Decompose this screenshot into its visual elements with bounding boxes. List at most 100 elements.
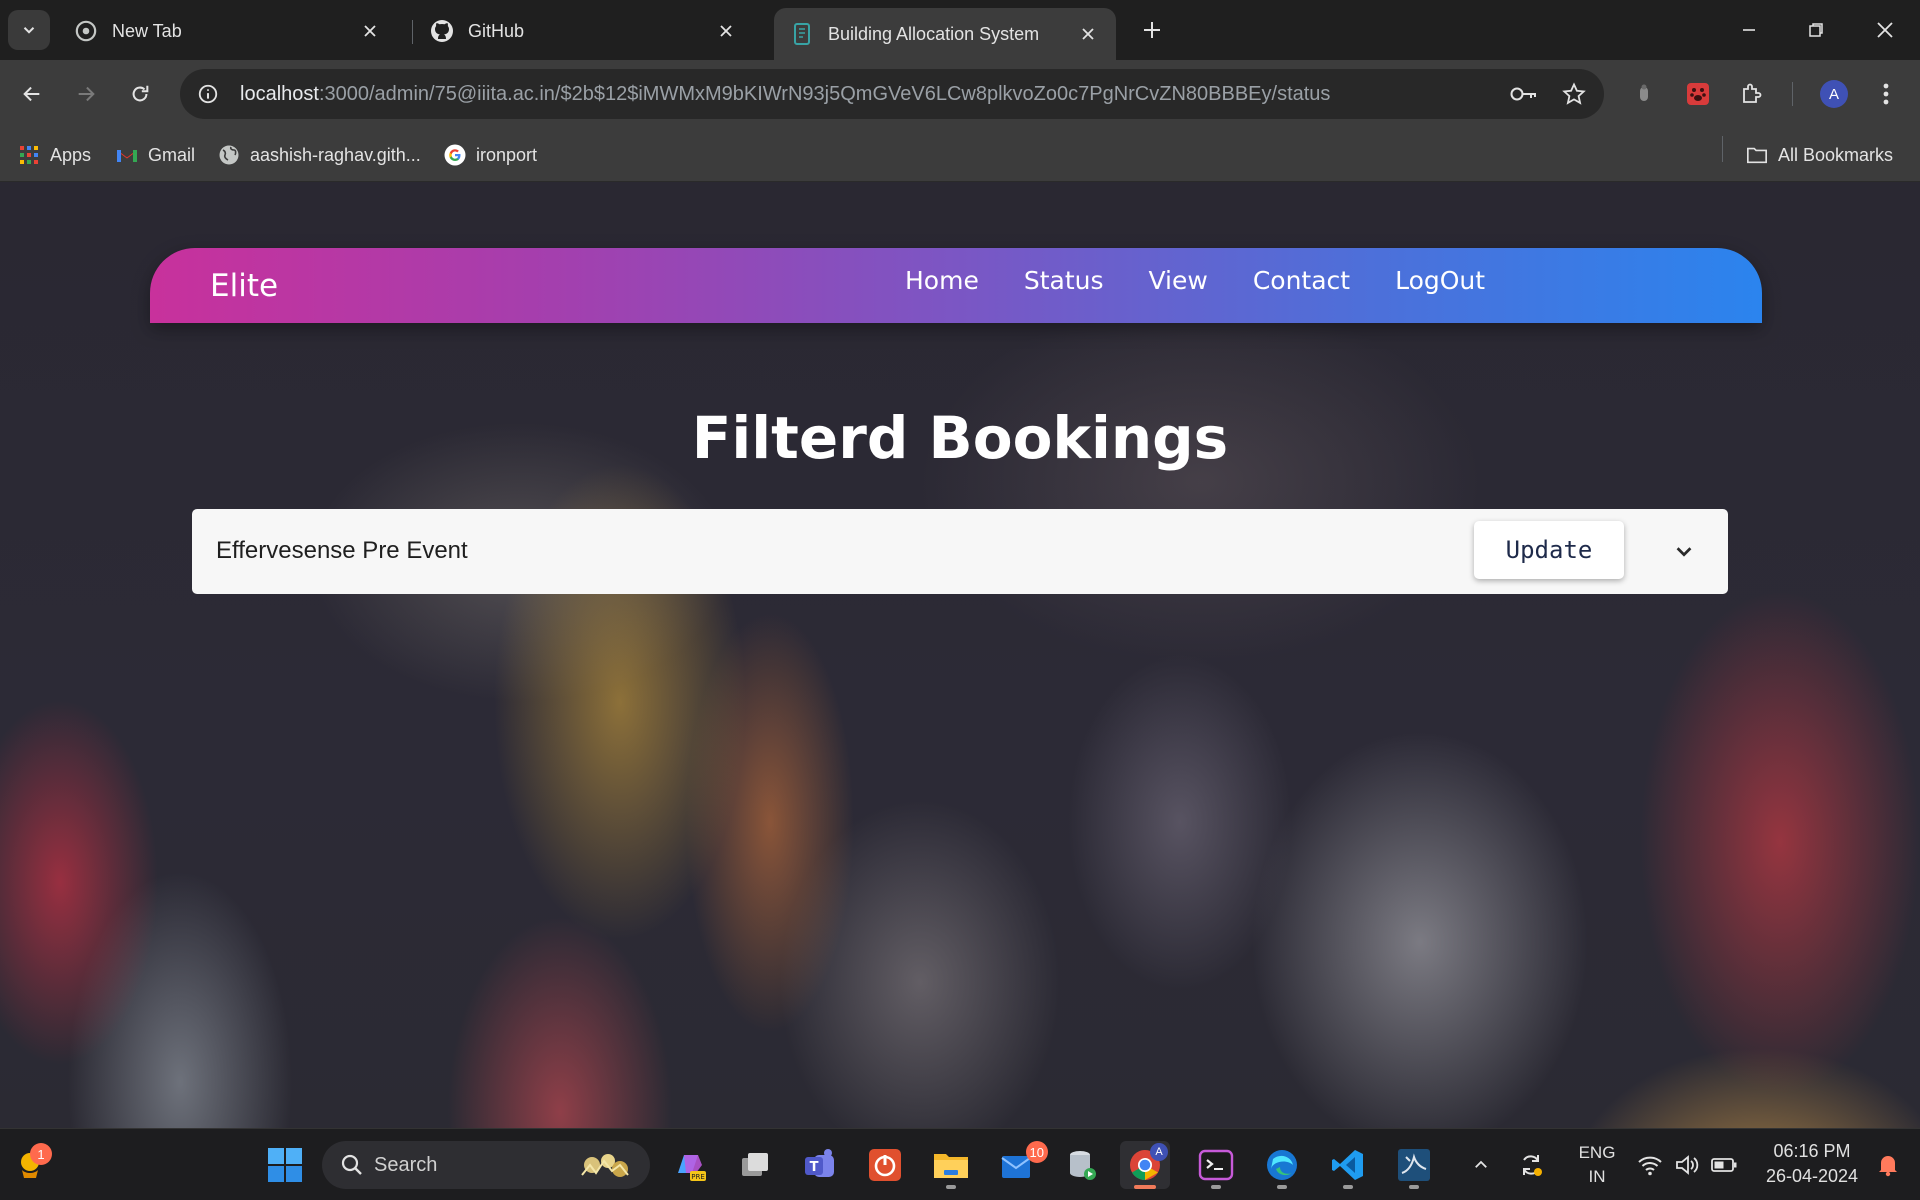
close-icon[interactable] [358, 19, 382, 43]
minimize-button[interactable] [1724, 10, 1774, 50]
teams-icon: T [805, 1149, 834, 1177]
tab-new-tab[interactable]: New Tab [58, 8, 398, 54]
vscode-icon [1332, 1150, 1363, 1180]
tab-building-allocation[interactable]: Building Allocation System [774, 8, 1116, 60]
teams-button[interactable]: T [795, 1141, 845, 1189]
bookmark-ironport[interactable]: ironport [444, 140, 537, 170]
profile-button[interactable]: A [1814, 74, 1854, 114]
site-navbar: Elite Home Status View Contact LogOut [150, 248, 1762, 323]
battery-icon [1711, 1158, 1737, 1172]
expand-button[interactable] [1666, 533, 1702, 569]
url-host: localhost [240, 82, 319, 105]
folder-icon [934, 1154, 968, 1178]
nav-link-view[interactable]: View [1149, 266, 1208, 295]
arrow-right-icon [78, 86, 95, 102]
avatar-initial: A [1828, 85, 1839, 103]
nav-link-contact[interactable]: Contact [1253, 266, 1350, 295]
key-icon[interactable] [1504, 74, 1544, 114]
address-bar[interactable]: localhost:3000/admin/75@iiita.ac.in/$2b$… [180, 69, 1604, 119]
bookmark-label: Apps [50, 144, 92, 165]
kebab-menu-icon [1883, 83, 1889, 105]
volume-button[interactable] [1670, 1141, 1706, 1189]
apps-grid-icon [18, 144, 40, 166]
site-brand[interactable]: Elite [210, 268, 278, 304]
running-indicator [946, 1185, 956, 1189]
github-icon [430, 19, 454, 43]
extension-icon [1640, 84, 1648, 101]
bookmark-gmail[interactable]: Gmail [116, 140, 195, 170]
browser-toolbar: localhost:3000/admin/75@iiita.ac.in/$2b$… [0, 60, 1920, 128]
chrome-taskbar-button[interactable]: A [1120, 1141, 1170, 1189]
close-icon [1877, 22, 1893, 38]
back-button[interactable] [12, 74, 52, 114]
copilot-button[interactable]: PRE [665, 1141, 715, 1189]
battery-button[interactable] [1706, 1141, 1742, 1189]
paw-extension-icon [1687, 83, 1709, 105]
chevron-down-icon [23, 27, 35, 34]
extensions-button[interactable] [1732, 74, 1772, 114]
bell-icon [1879, 1156, 1897, 1177]
chevron-up-icon [1475, 1160, 1487, 1168]
widgets-button[interactable]: 1 [6, 1141, 56, 1189]
new-tab-button[interactable] [1136, 14, 1168, 46]
nav-link-home[interactable]: Home [905, 266, 979, 295]
booking-event-name: Effervesense Pre Event [216, 537, 468, 564]
notifications-button[interactable] [1870, 1141, 1906, 1189]
terminal-button[interactable] [1191, 1141, 1241, 1189]
star-icon[interactable] [1554, 74, 1594, 114]
all-bookmarks-button[interactable]: All Bookmarks [1746, 140, 1893, 170]
browser-tab-bar: New Tab GitHub Building Allocation Syste… [0, 0, 1920, 60]
running-indicator [1211, 1185, 1221, 1189]
windows-taskbar: 1 Search PRE T 10 A ENG IN 06:16 PM 26-0… [0, 1128, 1920, 1200]
bookmark-aashish-raghav[interactable]: aashish-raghav.gith... [218, 140, 421, 170]
close-icon[interactable] [714, 19, 738, 43]
close-window-button[interactable] [1860, 10, 1910, 50]
tab-title: New Tab [112, 20, 182, 41]
db-app-button[interactable] [1057, 1141, 1107, 1189]
nav-link-logout[interactable]: LogOut [1395, 266, 1485, 295]
close-icon[interactable] [1076, 22, 1100, 46]
google-icon [444, 144, 466, 166]
start-button[interactable] [260, 1141, 310, 1189]
url-text[interactable]: localhost:3000/admin/75@iiita.ac.in/$2b$… [240, 83, 1504, 106]
show-hidden-icons-button[interactable] [1466, 1141, 1496, 1189]
avatar: A [1150, 1143, 1168, 1161]
menu-button[interactable] [1866, 74, 1906, 114]
minimize-icon [1743, 29, 1755, 31]
extension-2-button[interactable] [1678, 74, 1718, 114]
sync-status-button[interactable] [1514, 1141, 1548, 1189]
file-explorer-button[interactable] [926, 1141, 976, 1189]
site-info-icon[interactable] [186, 72, 230, 116]
mail-button[interactable]: 10 [992, 1141, 1048, 1189]
restore-button[interactable] [1791, 10, 1841, 50]
speaker-icon [1676, 1155, 1699, 1175]
taskbar-search[interactable]: Search [322, 1141, 650, 1189]
power-app-button[interactable] [860, 1141, 910, 1189]
gmail-icon [116, 144, 138, 166]
bookmark-apps[interactable]: Apps [18, 140, 91, 170]
input-language[interactable]: ENG IN [1566, 1143, 1628, 1187]
booking-accordion-item[interactable]: Effervesense Pre Event Update [192, 509, 1728, 594]
avatar-initial: A [1155, 1146, 1163, 1158]
wifi-button[interactable] [1632, 1141, 1668, 1189]
terminal-icon [1198, 1149, 1234, 1181]
extension-1-button[interactable] [1624, 74, 1664, 114]
tab-search-button[interactable] [8, 10, 50, 50]
clock[interactable]: 06:16 PM 26-04-2024 [1752, 1141, 1872, 1187]
tab-github[interactable]: GitHub [414, 8, 754, 54]
task-view-button[interactable] [730, 1141, 780, 1189]
plus-icon [1144, 22, 1160, 38]
edge-button[interactable] [1257, 1141, 1307, 1189]
vscode-button[interactable] [1323, 1141, 1373, 1189]
nav-link-status[interactable]: Status [1024, 266, 1104, 295]
globe-icon [218, 144, 240, 166]
chevron-down-icon [1676, 547, 1692, 557]
mysql-workbench-button[interactable] [1389, 1141, 1439, 1189]
mail-badge: 10 [1025, 1141, 1048, 1163]
update-button[interactable]: Update [1474, 521, 1624, 579]
arrow-left-icon [23, 86, 40, 102]
bookmarks-bar: Apps Gmail aashish-raghav.gith... ironpo… [0, 128, 1920, 182]
reload-button[interactable] [120, 74, 160, 114]
forward-button[interactable] [66, 74, 106, 114]
all-bookmarks-label: All Bookmarks [1778, 144, 1894, 165]
